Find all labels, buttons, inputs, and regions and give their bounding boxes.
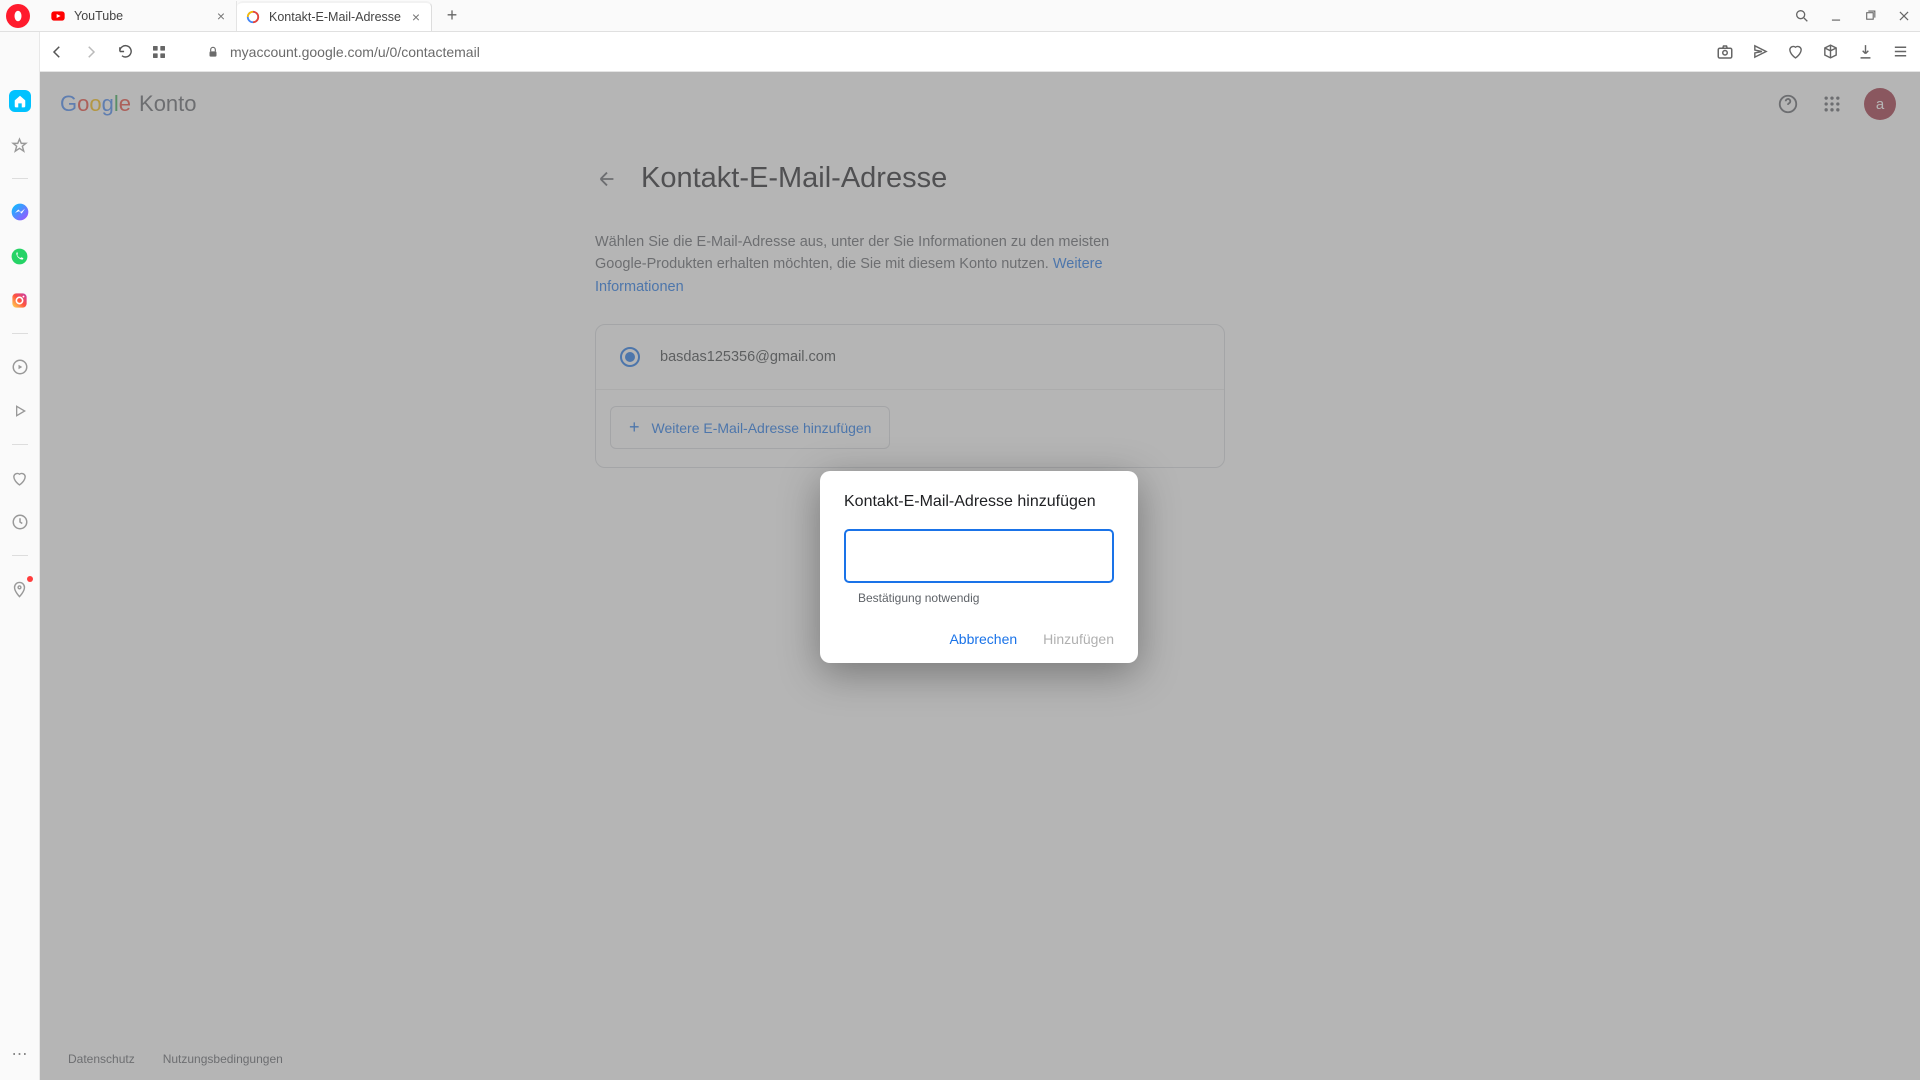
address-bar: myaccount.google.com/u/0/contactemail [0, 32, 1920, 72]
add-email-modal: Kontakt-E-Mail-Adresse hinzufügen Bestät… [820, 471, 1138, 663]
modal-title: Kontakt-E-Mail-Adresse hinzufügen [844, 493, 1114, 511]
url-field[interactable]: myaccount.google.com/u/0/contactemail [200, 44, 1703, 60]
snapshot-icon[interactable] [1715, 42, 1735, 62]
menu-icon[interactable] [1890, 42, 1910, 62]
minimize-icon[interactable] [1826, 6, 1846, 26]
heart-icon[interactable] [1785, 42, 1805, 62]
address-bar-actions [1715, 42, 1910, 62]
location-icon[interactable] [9, 578, 31, 600]
close-icon[interactable]: × [409, 10, 423, 24]
window-controls [1792, 0, 1914, 32]
instagram-icon[interactable] [9, 289, 31, 311]
lock-icon [206, 45, 220, 59]
cancel-button[interactable]: Abbrechen [949, 631, 1017, 647]
tab-title: Kontakt-E-Mail-Adresse [269, 10, 401, 24]
cube-icon[interactable] [1820, 42, 1840, 62]
close-icon[interactable]: × [214, 9, 228, 23]
speed-dial-icon[interactable] [148, 41, 170, 63]
tab-google-account[interactable]: Kontakt-E-Mail-Adresse × [237, 1, 432, 31]
maximize-icon[interactable] [1860, 6, 1880, 26]
history-icon[interactable] [9, 511, 31, 533]
modal-hint: Bestätigung notwendig [858, 591, 1114, 605]
new-tab-button[interactable]: + [438, 2, 466, 30]
player-icon[interactable] [9, 356, 31, 378]
pinboard-heart-icon[interactable] [9, 467, 31, 489]
forward-icon [80, 41, 102, 63]
window-close-icon[interactable] [1894, 6, 1914, 26]
opera-logo-icon[interactable] [6, 4, 30, 28]
messenger-icon[interactable] [9, 201, 31, 223]
sidebar-home-icon[interactable] [9, 90, 31, 112]
play-icon[interactable] [9, 400, 31, 422]
separator [12, 444, 28, 445]
tab-title: YouTube [74, 9, 206, 23]
separator [12, 555, 28, 556]
browser-sidebar: ⋯ [0, 32, 40, 1080]
back-icon[interactable] [46, 41, 68, 63]
sidebar-more-icon[interactable]: ⋯ [0, 1044, 39, 1064]
google-favicon-icon [245, 9, 261, 25]
tab-youtube[interactable]: YouTube × [42, 1, 237, 31]
download-icon[interactable] [1855, 42, 1875, 62]
browser-window: YouTube × Kontakt-E-Mail-Adresse × + mya… [0, 0, 1920, 1080]
url-text: myaccount.google.com/u/0/contactemail [230, 44, 480, 60]
send-icon[interactable] [1750, 42, 1770, 62]
youtube-favicon-icon [50, 8, 66, 24]
email-input[interactable] [844, 529, 1114, 583]
separator [12, 333, 28, 334]
confirm-button: Hinzufügen [1043, 631, 1114, 647]
separator [12, 178, 28, 179]
reload-icon[interactable] [114, 41, 136, 63]
tab-strip: YouTube × Kontakt-E-Mail-Adresse × + [0, 0, 1920, 32]
bookmark-star-icon[interactable] [9, 134, 31, 156]
whatsapp-icon[interactable] [9, 245, 31, 267]
search-tabs-icon[interactable] [1792, 6, 1812, 26]
